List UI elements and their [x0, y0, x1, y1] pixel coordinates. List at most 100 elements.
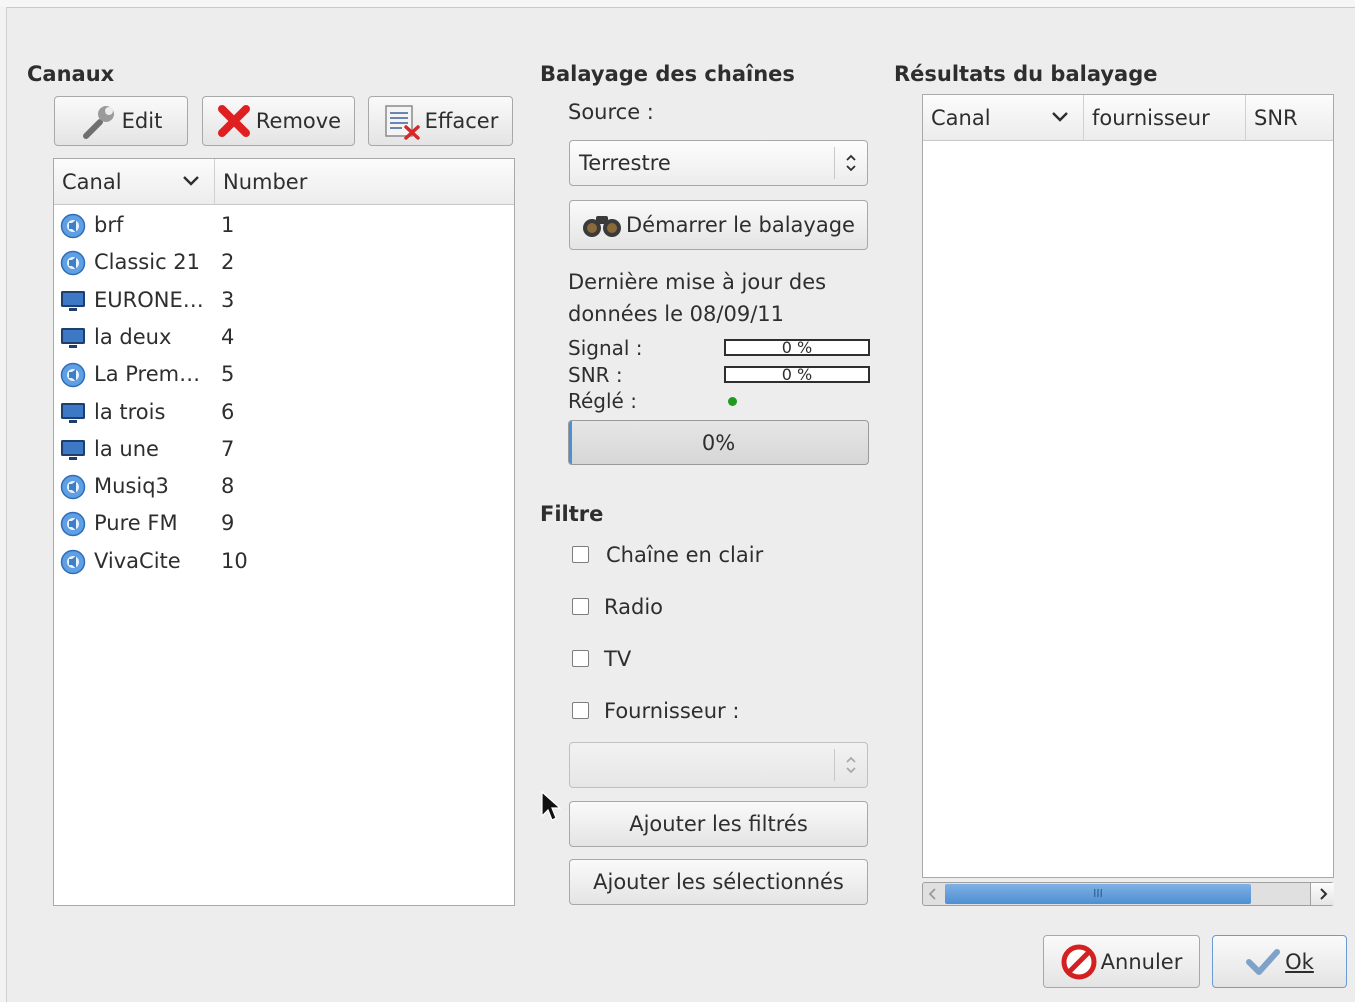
source-label: Source : — [568, 100, 654, 124]
list-item[interactable]: la trois 6 — [54, 394, 512, 431]
channel-name: EURONE… — [94, 287, 204, 312]
clear-button[interactable]: Effacer — [368, 96, 513, 146]
provider-checkbox-label[interactable]: Fournisseur : — [604, 699, 739, 723]
list-item[interactable]: La Prem… 5 — [54, 356, 512, 393]
start-scan-button[interactable]: Démarrer le balayage — [569, 200, 868, 250]
channel-name: la deux — [94, 324, 172, 349]
scroll-right-button[interactable] — [1310, 883, 1334, 905]
clear-channel-checkbox[interactable] — [572, 546, 589, 563]
tv-icon — [60, 400, 86, 426]
tv-icon — [60, 288, 86, 314]
results-list[interactable]: Canal fournisseur SNR — [922, 94, 1334, 878]
updown-arrows-icon — [834, 749, 867, 781]
filter-title: Filtre — [540, 502, 604, 526]
channel-number: 4 — [221, 324, 235, 349]
ok-button[interactable]: Ok — [1212, 935, 1347, 988]
wrench-icon — [80, 102, 118, 140]
column-header-number[interactable]: Number — [214, 159, 512, 205]
edit-label: Edit — [121, 109, 163, 133]
tv-icon — [60, 325, 86, 351]
channel-number: 3 — [221, 287, 235, 312]
column-header-canal-label: Canal — [62, 170, 122, 194]
channel-number: 7 — [221, 436, 235, 461]
column-header-number-label: Number — [223, 170, 308, 194]
scan-progress-text: 0% — [701, 431, 736, 455]
radio-icon — [60, 250, 86, 276]
channel-name: La Prem… — [94, 362, 201, 387]
edit-button[interactable]: Edit — [54, 96, 188, 146]
cancel-icon — [1061, 944, 1097, 980]
snr-meter: 0 % — [724, 366, 870, 383]
radio-checkbox[interactable] — [572, 598, 589, 615]
last-update-text: Dernière mise à jour des données le 08/0… — [568, 266, 826, 330]
results-column-provider[interactable]: fournisseur — [1083, 95, 1245, 141]
add-selected-button[interactable]: Ajouter les sélectionnés — [569, 859, 868, 905]
updown-arrows-icon — [834, 147, 867, 179]
results-horizontal-scrollbar[interactable]: III — [922, 882, 1334, 906]
add-filtered-label: Ajouter les filtrés — [629, 812, 808, 836]
channel-name: Classic 21 — [94, 250, 201, 275]
add-selected-label: Ajouter les sélectionnés — [593, 870, 844, 894]
binoculars-icon — [582, 211, 622, 239]
channel-number: 5 — [221, 362, 235, 387]
cancel-button[interactable]: Annuler — [1043, 935, 1200, 988]
scan-title: Balayage des chaînes — [540, 62, 795, 86]
provider-checkbox[interactable] — [572, 702, 589, 719]
scroll-right-icon — [1320, 888, 1328, 900]
list-item[interactable]: VivaCite 10 — [54, 543, 512, 580]
channel-name: la une — [94, 436, 159, 461]
results-column-provider-label: fournisseur — [1092, 106, 1210, 130]
channel-number: 1 — [221, 213, 235, 237]
radio-icon — [60, 549, 86, 575]
cancel-label: Annuler — [1100, 949, 1183, 974]
list-item[interactable]: Classic 21 2 — [54, 244, 512, 281]
radio-icon — [60, 362, 86, 388]
list-item[interactable]: la une 7 — [54, 431, 512, 468]
results-title: Résultats du balayage — [894, 62, 1158, 86]
radio-icon — [60, 213, 86, 239]
channel-list[interactable]: Canal Number brf 1 Classic 21 2 EURONE… 3 la d… — [53, 158, 515, 906]
tuned-indicator — [728, 397, 737, 406]
channel-name: VivaCite — [94, 548, 181, 573]
signal-label: Signal : — [568, 336, 643, 360]
scrollbar-thumb[interactable]: III — [945, 884, 1251, 904]
last-update-line2: données le 08/09/11 — [568, 302, 784, 326]
provider-select[interactable] — [569, 742, 868, 788]
snr-label: SNR : — [568, 363, 623, 387]
radio-checkbox-label[interactable]: Radio — [604, 595, 663, 619]
channel-list-header: Canal Number — [54, 159, 514, 205]
tv-checkbox-label[interactable]: TV — [604, 647, 631, 671]
add-filtered-button[interactable]: Ajouter les filtrés — [569, 801, 868, 847]
channel-number: 8 — [221, 474, 235, 499]
list-item[interactable]: EURONE… 3 — [54, 282, 512, 319]
clear-channel-label[interactable]: Chaîne en clair — [606, 543, 763, 567]
channel-number: 10 — [221, 548, 248, 573]
scrollbar-grip: III — [1093, 887, 1103, 900]
list-item[interactable]: brf 1 — [54, 207, 512, 244]
last-update-line1: Dernière mise à jour des — [568, 270, 827, 294]
radio-icon — [60, 474, 86, 500]
results-column-canal[interactable]: Canal — [923, 95, 1083, 141]
channel-name: Musiq3 — [94, 474, 169, 499]
scroll-left-icon[interactable] — [927, 887, 939, 901]
channel-number: 9 — [221, 511, 235, 536]
channel-name: brf — [94, 213, 124, 237]
channel-number: 6 — [221, 399, 235, 424]
results-column-snr[interactable]: SNR — [1245, 95, 1333, 141]
tv-checkbox[interactable] — [572, 650, 589, 667]
column-header-canal[interactable]: Canal — [54, 159, 214, 205]
clear-list-icon — [383, 102, 421, 140]
results-list-header: Canal fournisseur SNR — [923, 95, 1333, 141]
scan-progress-bar: 0% — [568, 420, 869, 465]
source-select[interactable]: Terrestre — [569, 140, 868, 186]
list-item[interactable]: Pure FM 9 — [54, 505, 512, 542]
remove-button[interactable]: Remove — [202, 96, 355, 146]
signal-meter: 0 % — [724, 339, 870, 356]
radio-icon — [60, 511, 86, 537]
remove-x-icon — [216, 103, 252, 139]
tv-icon — [60, 437, 86, 463]
list-item[interactable]: Musiq3 8 — [54, 468, 512, 505]
chevron-down-icon — [1052, 112, 1068, 122]
list-item[interactable]: la deux 4 — [54, 319, 512, 356]
chevron-down-icon — [183, 176, 199, 186]
